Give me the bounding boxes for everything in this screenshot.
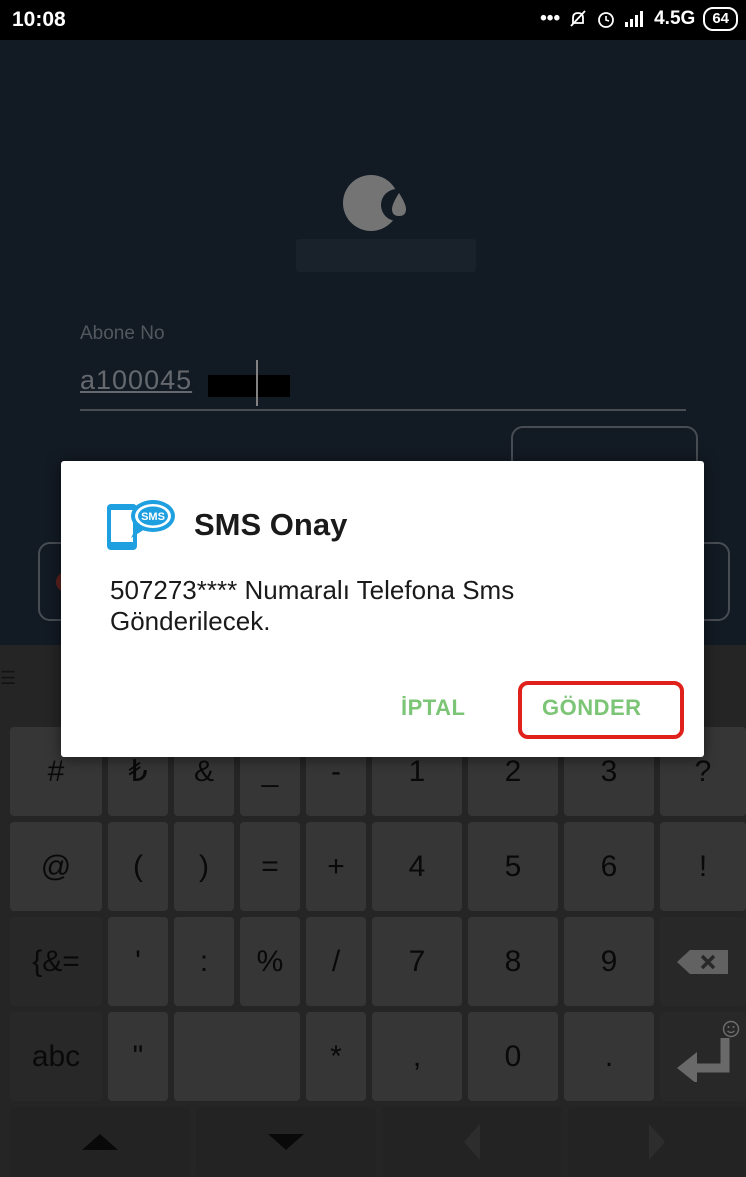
cancel-button[interactable]: İPTAL — [401, 695, 465, 721]
sms-phone-icon: SMS — [107, 500, 175, 550]
mute-bell-icon — [570, 10, 586, 27]
signal-icon — [625, 11, 644, 27]
svg-text:SMS: SMS — [141, 511, 165, 523]
more-dots-icon: ••• — [540, 8, 561, 29]
dialog-title: SMS Onay — [194, 507, 348, 542]
alarm-icon — [598, 12, 615, 28]
battery-icon: 64 — [703, 7, 738, 31]
status-icons: ••• 4.5G 64 — [540, 7, 738, 31]
sms-confirm-dialog: SMS SMS Onay 507273**** Numaralı Telefon… — [61, 461, 704, 757]
dialog-message: 507273**** Numaralı Telefona Sms Gönderi… — [110, 575, 515, 636]
network-type: 4.5G — [654, 8, 696, 29]
send-button[interactable]: GÖNDER — [542, 695, 642, 721]
status-time: 10:08 — [12, 8, 66, 31]
status-bar: 10:08 ••• 4.5G 64 — [0, 0, 746, 40]
